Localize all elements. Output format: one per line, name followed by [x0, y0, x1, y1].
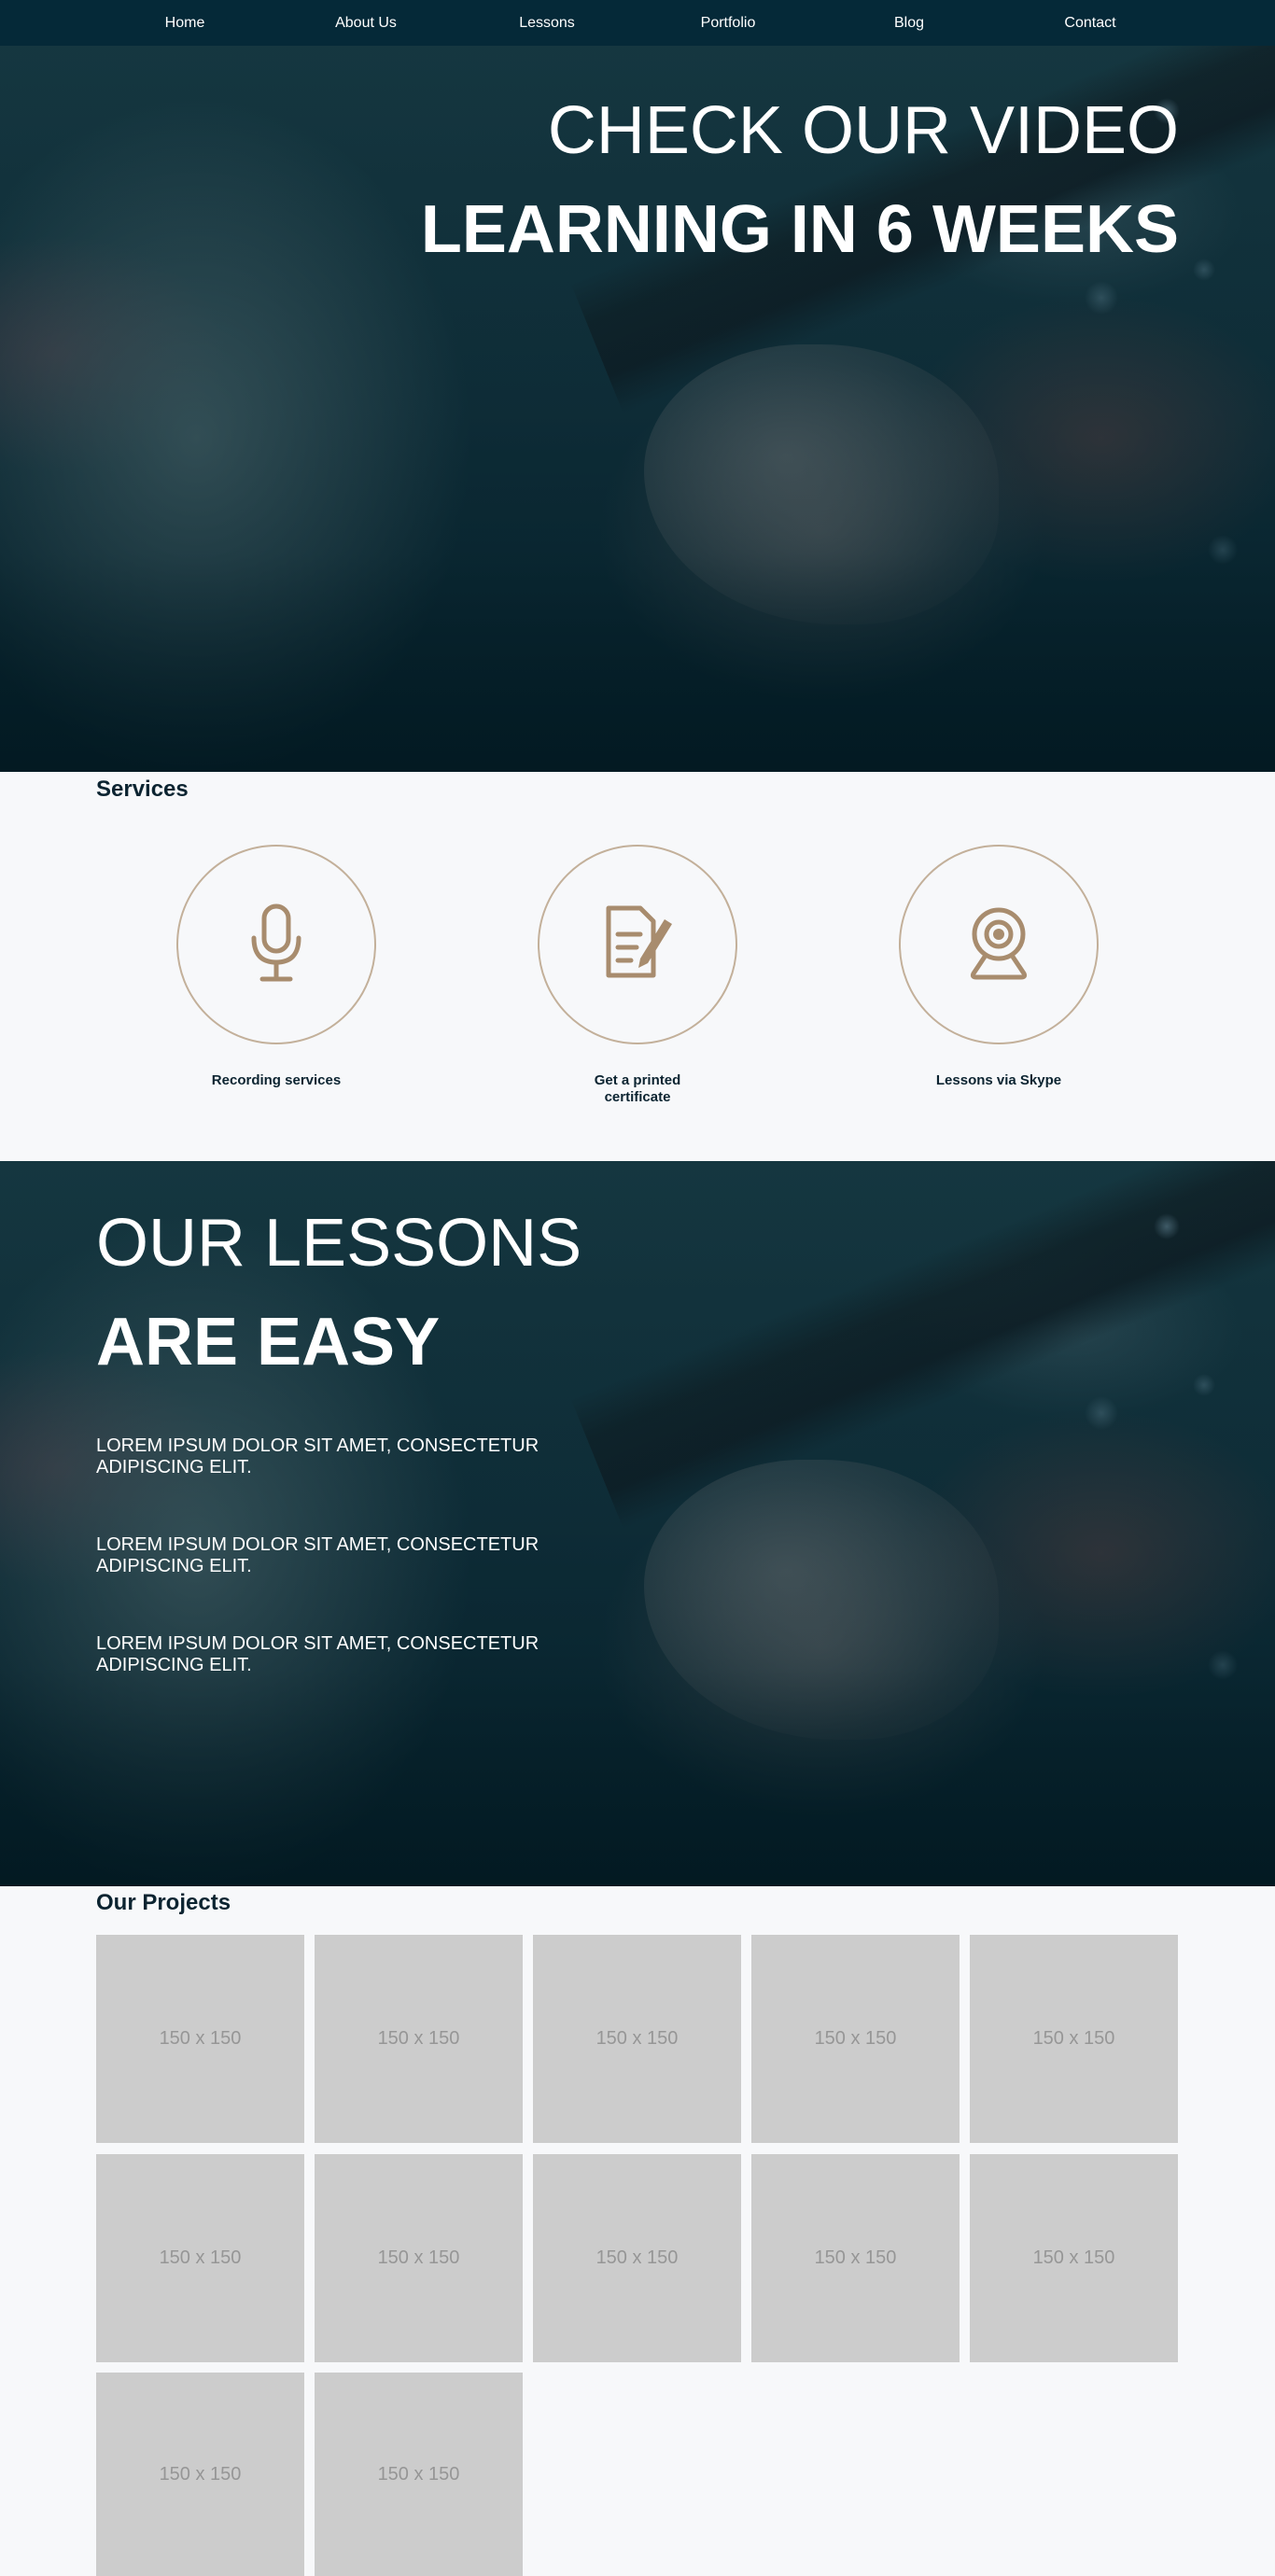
project-thumbnail[interactable]: 150 x 150	[970, 2154, 1178, 2362]
project-thumbnail[interactable]: 150 x 150	[315, 1935, 523, 2143]
nav-item-blog[interactable]: Blog	[819, 15, 1000, 32]
main-nav: Home About Us Lessons Portfolio Blog Con…	[0, 0, 1275, 46]
service-label: Lessons via Skype	[935, 1072, 1062, 1088]
project-thumbnail[interactable]: 150 x 150	[315, 2154, 523, 2362]
service-skype: Lessons via Skype	[899, 845, 1099, 1089]
project-thumbnail[interactable]: 150 x 150	[970, 1935, 1178, 2143]
project-thumbnail[interactable]: 150 x 150	[96, 2154, 304, 2362]
project-thumbnail[interactable]: 150 x 150	[533, 1935, 741, 2143]
project-thumbnail[interactable]: 150 x 150	[96, 1935, 304, 2143]
hero-title-line1: CHECK OUR VIDEO	[547, 93, 1179, 168]
project-thumbnail[interactable]: 150 x 150	[751, 2154, 960, 2362]
lessons-paragraph: LOREM IPSUM DOLOR SIT AMET, CONSECTETUR …	[96, 1534, 539, 1576]
nav-item-portfolio[interactable]: Portfolio	[638, 15, 819, 32]
nav-item-about-us[interactable]: About Us	[275, 15, 456, 32]
nav-item-home[interactable]: Home	[94, 15, 275, 32]
service-circle	[538, 845, 737, 1044]
services-title: Services	[96, 777, 189, 802]
lessons-title-line2: ARE EASY	[96, 1305, 441, 1379]
lessons-content: OUR LESSONS ARE EASY LOREM IPSUM DOLOR S…	[96, 1204, 619, 1676]
microphone-icon	[244, 901, 309, 989]
hero-heading: CHECK OUR VIDEO LEARNING IN 6 WEEKS	[421, 91, 1179, 269]
hero-title-line2: LEARNING IN 6 WEEKS	[420, 192, 1179, 267]
service-circle	[899, 845, 1099, 1044]
project-thumbnail[interactable]: 150 x 150	[96, 2373, 304, 2576]
project-thumbnail[interactable]: 150 x 150	[751, 1935, 960, 2143]
webcam-icon	[957, 901, 1041, 989]
service-label: Get a printed certificate	[594, 1072, 681, 1105]
lessons-title-line1: OUR LESSONS	[96, 1206, 582, 1281]
service-circle	[176, 845, 376, 1044]
projects-title: Our Projects	[96, 1890, 231, 1915]
service-certificate: Get a printed certificate	[538, 845, 737, 1106]
lessons-paragraph: LOREM IPSUM DOLOR SIT AMET, CONSECTETUR …	[96, 1633, 539, 1675]
project-thumbnail[interactable]: 150 x 150	[315, 2373, 523, 2576]
nav-item-contact[interactable]: Contact	[1000, 15, 1181, 32]
lessons-paragraph: LOREM IPSUM DOLOR SIT AMET, CONSECTETUR …	[96, 1435, 539, 1477]
certificate-icon	[595, 901, 680, 989]
nav-item-lessons[interactable]: Lessons	[456, 15, 638, 32]
project-thumbnail[interactable]: 150 x 150	[533, 2154, 741, 2362]
service-recording: Recording services	[176, 845, 376, 1089]
service-label: Recording services	[211, 1072, 342, 1088]
